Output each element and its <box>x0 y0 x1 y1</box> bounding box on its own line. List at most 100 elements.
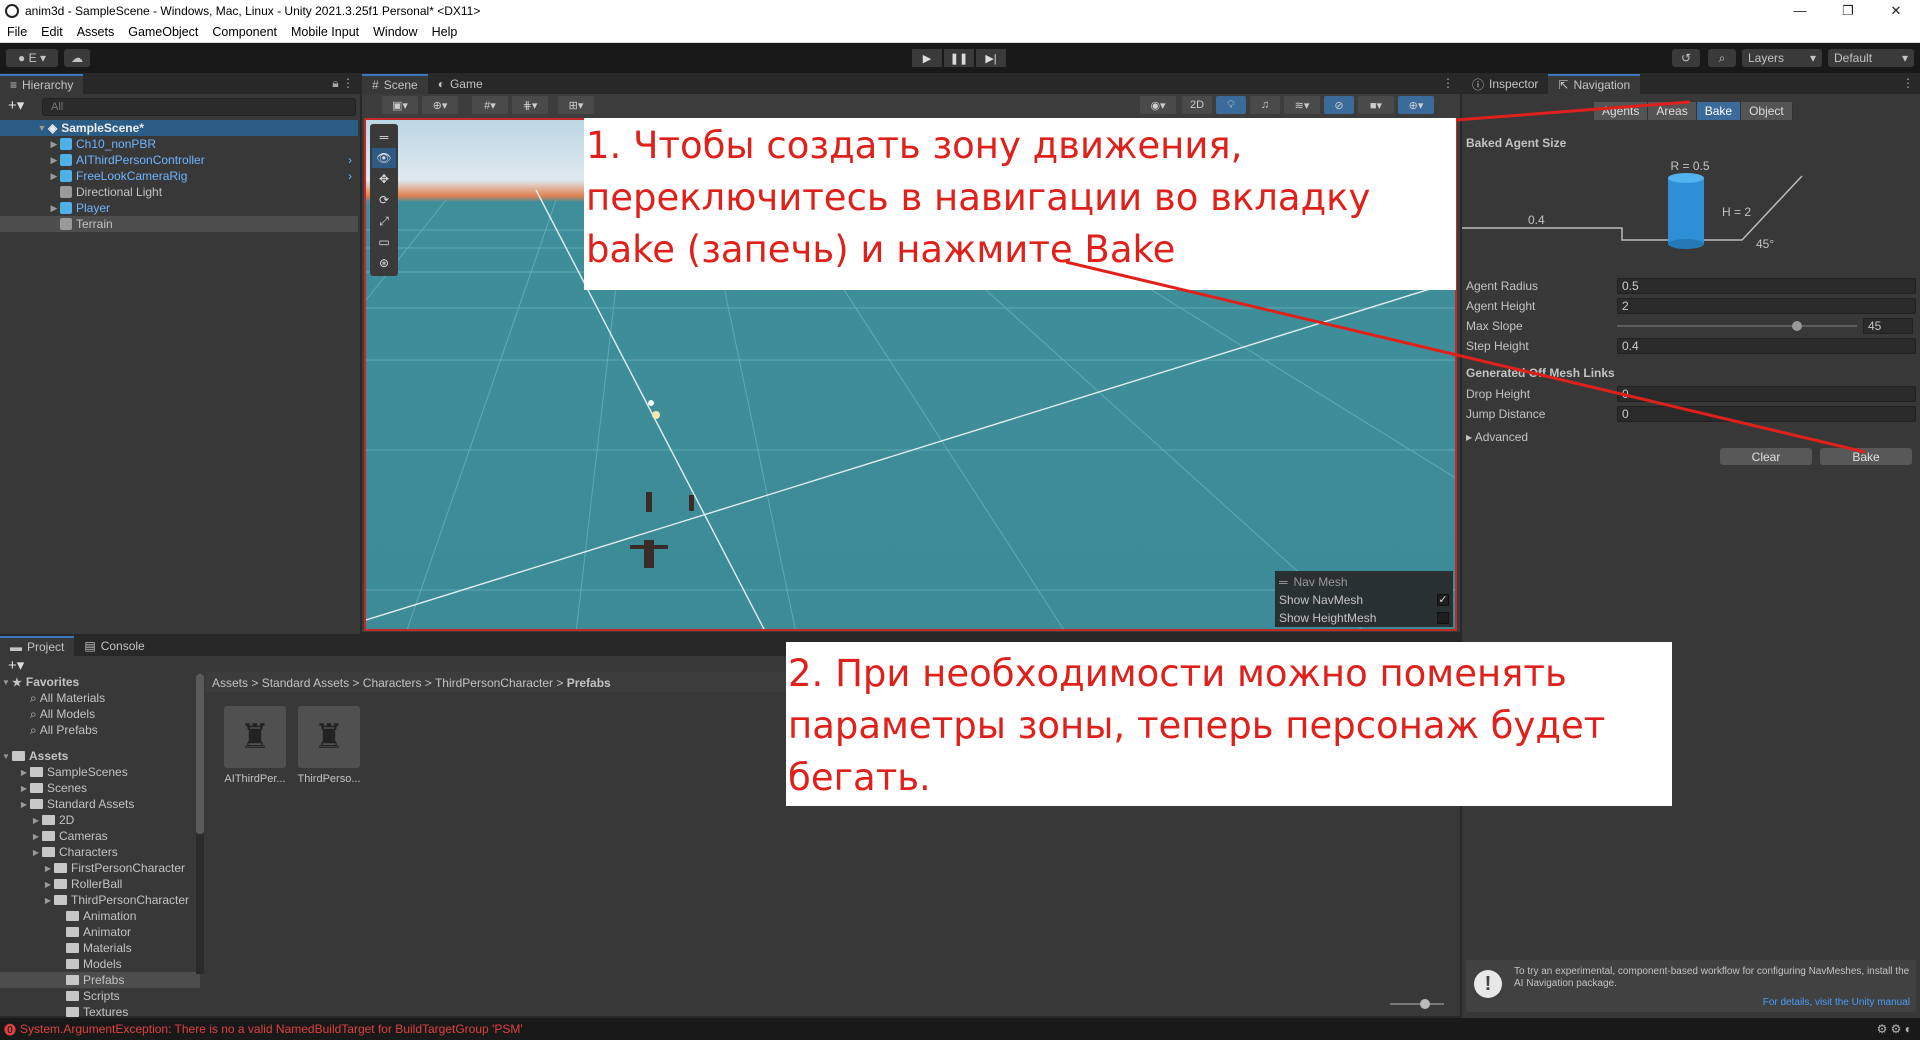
project-folder-item[interactable]: ▶ Cameras <box>0 828 200 844</box>
agent-radius-input[interactable]: 0.5 <box>1617 278 1916 294</box>
show-navmesh-row[interactable]: Show NavMesh ✓ <box>1279 591 1449 609</box>
bake-button[interactable]: Bake <box>1820 448 1912 465</box>
restore-icon[interactable]: ❐ <box>1824 0 1872 22</box>
max-slope-input[interactable]: 45 <box>1863 318 1913 334</box>
minimize-icon[interactable]: — <box>1776 0 1824 22</box>
menu-mobile-input[interactable]: Mobile Input <box>284 25 366 39</box>
hierarchy-search-input[interactable]: All <box>42 98 356 116</box>
expand-arrow-icon[interactable]: ▶ <box>18 784 30 793</box>
expand-arrow-icon[interactable]: ▶ <box>48 139 60 150</box>
step-height-input[interactable]: 0.4 <box>1617 338 1916 354</box>
menu-gameobject[interactable]: GameObject <box>121 25 205 39</box>
project-folder-item[interactable]: ▶ 2D <box>0 812 200 828</box>
project-folder-item[interactable]: ▶ FirstPersonCharacter <box>0 860 200 876</box>
show-heightmesh-row[interactable]: Show HeightMesh <box>1279 609 1449 627</box>
breadcrumb-item[interactable]: Characters <box>363 676 422 690</box>
breadcrumb-item[interactable]: Assets <box>212 676 248 690</box>
tab-scene[interactable]: # Scene <box>362 74 428 94</box>
camera-button[interactable]: ■▾ <box>1358 96 1394 114</box>
tab-hierarchy[interactable]: ≡ Hierarchy <box>0 74 84 94</box>
show-heightmesh-checkbox[interactable] <box>1437 612 1449 624</box>
hierarchy-item[interactable]: ▶ FreeLookCameraRig › <box>0 168 358 184</box>
drop-height-input[interactable]: 0 <box>1617 386 1916 402</box>
draw-mode-button[interactable]: ▣▾ <box>382 96 418 114</box>
tab-project[interactable]: ▬ Project <box>0 636 75 656</box>
expand-arrow-icon[interactable]: ▼ <box>0 752 12 761</box>
zoom-slider-thumb[interactable] <box>1420 999 1430 1009</box>
expand-arrow-icon[interactable]: ▶ <box>42 896 54 905</box>
clear-button[interactable]: Clear <box>1720 448 1812 465</box>
agent-height-input[interactable]: 2 <box>1617 298 1916 314</box>
hierarchy-item[interactable]: Directional Light <box>0 184 358 200</box>
hierarchy-item[interactable]: ▶ Ch10_nonPBR <box>0 136 358 152</box>
menu-component[interactable]: Component <box>205 25 284 39</box>
scale-tool-icon[interactable]: ⤢ <box>372 211 396 231</box>
tab-agents[interactable]: Agents <box>1594 102 1649 120</box>
project-folder-item[interactable]: Animation <box>0 908 200 924</box>
transform-tool-icon[interactable]: ⊛ <box>372 253 396 273</box>
close-icon[interactable]: ✕ <box>1872 0 1920 22</box>
cloud-button[interactable]: ☁ <box>64 49 90 67</box>
jump-distance-input[interactable]: 0 <box>1617 406 1916 422</box>
project-folder-item[interactable]: Animator <box>0 924 200 940</box>
add-icon[interactable]: +▾ <box>8 656 24 674</box>
advanced-foldout[interactable]: ▸ Advanced <box>1466 430 1528 444</box>
grid-snap-button[interactable]: #▾ <box>472 96 508 114</box>
view-tool-eye-icon[interactable]: 👁︎ <box>372 148 396 168</box>
shading-mode-button[interactable]: ◉▾ <box>1140 96 1176 114</box>
project-folder-item[interactable]: ▶ Characters <box>0 844 200 860</box>
rotate-tool-icon[interactable]: ⟳ <box>372 190 396 210</box>
tab-console[interactable]: ▤ Console <box>74 636 155 656</box>
expand-arrow-icon[interactable]: ▼ <box>36 123 48 133</box>
kebab-menu-icon[interactable]: ⋮ <box>1442 76 1454 90</box>
menu-file[interactable]: File <box>0 25 34 39</box>
gizmos-button[interactable]: ⊕▾ <box>1398 96 1434 114</box>
tab-areas[interactable]: Areas <box>1648 102 1697 120</box>
hierarchy-item[interactable]: ▶ AIThirdPersonController › <box>0 152 358 168</box>
breadcrumb-item[interactable]: ThirdPersonCharacter <box>435 676 553 690</box>
expand-arrow-icon[interactable]: ▶ <box>18 800 30 809</box>
slider-thumb[interactable] <box>1792 321 1802 331</box>
tree-scrollbar[interactable] <box>196 674 204 974</box>
zoom-slider[interactable] <box>1390 999 1444 1009</box>
tab-bake[interactable]: Bake <box>1696 102 1742 120</box>
account-button[interactable]: ● E ▾ <box>6 49 58 67</box>
tab-game[interactable]: ◐ Game <box>427 74 493 94</box>
menu-window[interactable]: Window <box>366 25 424 39</box>
tab-object[interactable]: Object <box>1741 102 1793 120</box>
layers-dropdown[interactable]: Layers ▾ <box>1742 49 1822 67</box>
favorite-item[interactable]: ⌕ All Materials <box>0 690 200 706</box>
project-folder-item[interactable]: Models <box>0 956 200 972</box>
project-folder-item[interactable]: Prefabs <box>0 972 200 988</box>
kebab-menu-icon[interactable]: ⋮ <box>1902 76 1914 90</box>
increment-snap-button[interactable]: ⋕▾ <box>512 96 548 114</box>
menu-help[interactable]: Help <box>425 25 465 39</box>
prefab-thumbnail[interactable]: ♜ <box>298 706 360 768</box>
project-folder-item[interactable]: ▶ RollerBall <box>0 876 200 892</box>
menu-edit[interactable]: Edit <box>34 25 70 39</box>
hierarchy-item[interactable]: Terrain <box>0 216 358 232</box>
rect-tool-icon[interactable]: ▭ <box>372 232 396 252</box>
unity-manual-link[interactable]: For details, visit the Unity manual <box>1763 997 1910 1008</box>
history-button[interactable]: ↺ <box>1672 49 1700 67</box>
project-folder-item[interactable]: ▶ Standard Assets <box>0 796 200 812</box>
expand-arrow-icon[interactable]: ▶ <box>42 864 54 873</box>
project-folder-item[interactable]: Scripts <box>0 988 200 1004</box>
max-slope-slider[interactable]: 45 <box>1617 318 1916 334</box>
expand-arrow-icon[interactable]: ▶ <box>48 155 60 166</box>
expand-arrow-icon[interactable]: ▶ <box>30 816 42 825</box>
ruler-button[interactable]: ⊞▾ <box>558 96 594 114</box>
prefab-thumbnail[interactable]: ♜ <box>224 706 286 768</box>
project-folder-item[interactable]: Materials <box>0 940 200 956</box>
lighting-toggle-button[interactable]: 💡︎ <box>1216 96 1246 114</box>
menu-assets[interactable]: Assets <box>70 25 122 39</box>
2d-toggle-button[interactable]: 2D <box>1182 96 1212 114</box>
assets-root-row[interactable]: ▼ Assets <box>0 748 200 764</box>
expand-arrow-icon[interactable]: ▶ <box>42 880 54 889</box>
project-folder-item[interactable]: ▶ ThirdPersonCharacter <box>0 892 200 908</box>
tab-inspector[interactable]: ⓘ Inspector <box>1462 74 1549 94</box>
favorites-row[interactable]: ▼ ★ Favorites <box>0 674 200 690</box>
scrollbar-thumb[interactable] <box>196 674 204 834</box>
play-icon[interactable]: ▶ <box>912 49 942 67</box>
step-icon[interactable]: ▶| <box>976 49 1006 67</box>
